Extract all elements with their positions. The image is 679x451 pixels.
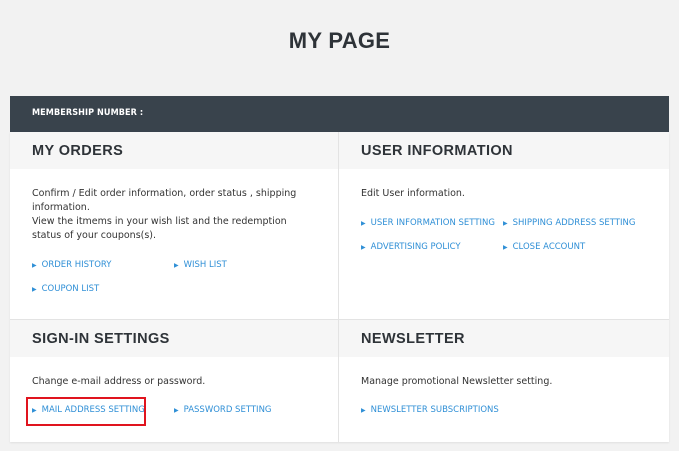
- section-description: Manage promotional Newsletter setting.: [361, 376, 553, 387]
- triangle-right-icon: ▶: [174, 261, 179, 269]
- close-account-link[interactable]: ▶ CLOSE ACCOUNT: [503, 242, 585, 252]
- highlight-box: [26, 397, 146, 426]
- triangle-right-icon: ▶: [32, 261, 37, 269]
- triangle-right-icon: ▶: [361, 243, 366, 251]
- mypage-grid: MY ORDERS Confirm / Edit order informati…: [10, 132, 669, 442]
- section-description: Edit User information.: [361, 188, 465, 199]
- section-title: USER INFORMATION: [361, 143, 513, 159]
- membership-number-label: MEMBERSHIP NUMBER :: [32, 108, 144, 118]
- section-header: MY ORDERS: [10, 132, 338, 169]
- section-header: SIGN-IN SETTINGS: [10, 320, 338, 357]
- coupon-list-link[interactable]: ▶ COUPON LIST: [32, 284, 99, 294]
- section-description: Change e-mail address or password.: [32, 376, 206, 387]
- wish-list-link[interactable]: ▶ WISH LIST: [174, 260, 227, 270]
- user-information-setting-link[interactable]: ▶ USER INFORMATION SETTING: [361, 218, 495, 228]
- section-title: NEWSLETTER: [361, 331, 465, 347]
- section-title: MY ORDERS: [32, 143, 124, 159]
- section-header: USER INFORMATION: [339, 132, 669, 169]
- triangle-right-icon: ▶: [361, 406, 366, 414]
- advertising-policy-link[interactable]: ▶ ADVERTISING POLICY: [361, 242, 461, 252]
- section-description: Confirm / Edit order information, order …: [32, 188, 297, 241]
- triangle-right-icon: ▶: [503, 243, 508, 251]
- triangle-right-icon: ▶: [174, 406, 179, 414]
- section-my-orders: MY ORDERS Confirm / Edit order informati…: [10, 132, 338, 319]
- newsletter-subscriptions-link[interactable]: ▶ NEWSLETTER SUBSCRIPTIONS: [361, 405, 499, 415]
- triangle-right-icon: ▶: [361, 219, 366, 227]
- section-title: SIGN-IN SETTINGS: [32, 331, 170, 347]
- section-header: NEWSLETTER: [339, 320, 669, 357]
- triangle-right-icon: ▶: [503, 219, 508, 227]
- section-newsletter: NEWSLETTER Manage promotional Newsletter…: [339, 320, 669, 442]
- triangle-right-icon: ▶: [32, 285, 37, 293]
- shipping-address-setting-link[interactable]: ▶ SHIPPING ADDRESS SETTING: [503, 218, 635, 228]
- page-title: MY PAGE: [288, 28, 391, 53]
- section-user-information: USER INFORMATION Edit User information. …: [339, 132, 669, 319]
- order-history-link[interactable]: ▶ ORDER HISTORY: [32, 260, 111, 270]
- password-setting-link[interactable]: ▶ PASSWORD SETTING: [174, 405, 272, 415]
- membership-bar: MEMBERSHIP NUMBER :: [10, 96, 669, 132]
